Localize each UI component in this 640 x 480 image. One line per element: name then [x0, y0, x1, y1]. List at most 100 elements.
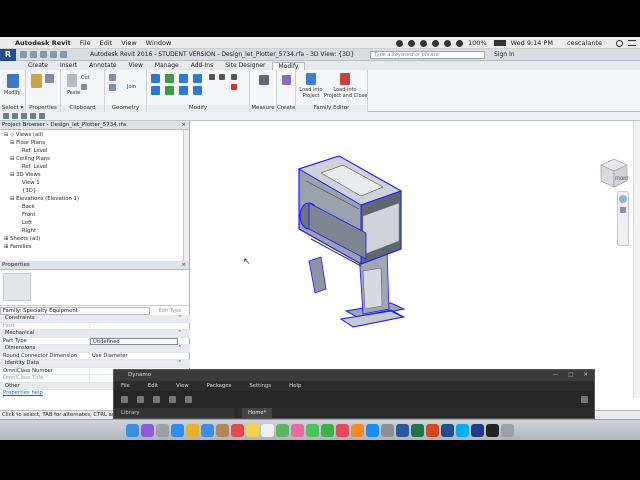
dynamo-menu-edit[interactable]: Edit — [148, 381, 158, 391]
calendar-icon[interactable] — [231, 423, 244, 437]
properties-icon[interactable] — [31, 74, 42, 88]
create-group-icon[interactable] — [282, 75, 291, 85]
rotate-icon[interactable] — [179, 86, 188, 95]
tree-node[interactable]: {3D} — [0, 187, 189, 195]
menu-window[interactable]: Window — [146, 39, 172, 47]
tree-node[interactable]: Right — [0, 227, 189, 235]
menu-file[interactable]: File — [80, 39, 91, 47]
wifi-icon[interactable] — [443, 39, 451, 47]
tab-addins[interactable]: Add-Ins — [185, 62, 219, 70]
maps-icon[interactable] — [276, 423, 289, 437]
array-icon[interactable] — [219, 74, 225, 80]
safari-icon[interactable] — [171, 423, 184, 437]
collapse-icon[interactable]: ⌃ — [178, 330, 182, 338]
battery-percent[interactable]: 100% — [468, 39, 487, 47]
redo-icon[interactable] — [185, 396, 192, 403]
options-icon-4[interactable] — [30, 113, 36, 119]
tab-manage[interactable]: Manage — [149, 62, 185, 70]
family-type-dropdown[interactable]: Family: Specialty Equipment — [0, 306, 150, 315]
tree-node[interactable]: ⊟ Elevations (Elevation 1) — [0, 195, 189, 203]
excel-icon[interactable] — [411, 423, 424, 437]
bluetooth-icon[interactable] — [431, 39, 439, 47]
tree-node[interactable]: Back — [0, 203, 189, 211]
cut-geometry-icon[interactable] — [109, 84, 116, 91]
copy-modify-icon[interactable] — [165, 86, 174, 95]
library-panel[interactable]: Library — [114, 408, 234, 418]
revit-app-button[interactable]: R — [0, 48, 16, 61]
dynamo-menu-file[interactable]: File — [121, 381, 130, 391]
modify-button-label[interactable]: Modify — [4, 90, 21, 96]
offset-icon[interactable] — [165, 74, 174, 83]
pin-icon[interactable] — [231, 74, 237, 80]
powerpoint-icon[interactable] — [426, 423, 439, 437]
tree-node[interactable]: Ref. Level — [0, 147, 189, 155]
close-icon[interactable]: × — [181, 261, 186, 270]
tab-annotate[interactable]: Annotate — [83, 62, 122, 70]
property-section[interactable]: Constraints ⌃ — [0, 315, 190, 323]
finder-icon[interactable] — [126, 423, 139, 437]
open-file-icon[interactable] — [137, 396, 144, 403]
mail-icon[interactable] — [201, 423, 214, 437]
collapse-icon[interactable]: ⌃ — [178, 315, 182, 323]
appstore-icon[interactable] — [366, 423, 379, 437]
tree-node[interactable]: ⊞ Sheets (all) — [0, 235, 189, 243]
notification-center-icon[interactable] — [628, 40, 636, 46]
tree-node[interactable]: ⊟ Floor Plans — [0, 139, 189, 147]
tab-site-designer[interactable]: Site Designer — [219, 62, 271, 70]
tree-node[interactable]: ⊟ ◇ Views (all) — [0, 131, 189, 139]
load-into-project-close-button[interactable]: Load into Project and Close — [324, 87, 367, 99]
sync-icon[interactable] — [407, 39, 415, 47]
tab-view[interactable]: View — [123, 62, 149, 70]
search-input[interactable]: Type a keyword or phrase — [370, 51, 485, 59]
move-icon[interactable] — [151, 86, 160, 95]
properties-help-link[interactable]: Properties help — [0, 389, 110, 398]
print-icon[interactable] — [60, 51, 67, 58]
dropbox-icon[interactable] — [395, 39, 403, 47]
skype-icon[interactable] — [456, 423, 469, 437]
tree-node[interactable]: ⊟ 3D Views — [0, 171, 189, 179]
group-label-modify[interactable]: Modify — [147, 105, 249, 112]
ibooks-icon[interactable] — [351, 423, 364, 437]
view-cube[interactable]: FRONT — [597, 157, 631, 191]
close-icon[interactable]: ✕ — [583, 370, 588, 381]
options-icon-5[interactable] — [39, 113, 45, 119]
view-scrollbar[interactable] — [633, 121, 640, 398]
copy-icon[interactable] — [81, 84, 87, 90]
spotlight-icon[interactable] — [616, 39, 623, 47]
tree-node[interactable]: ⊞ Families — [0, 243, 189, 251]
paste-label[interactable]: Paste — [67, 90, 81, 96]
join-label[interactable]: Join — [127, 84, 136, 90]
volume-icon[interactable] — [455, 39, 463, 47]
load-into-project-icon[interactable] — [306, 73, 316, 85]
modify-cursor-icon[interactable] — [7, 74, 19, 88]
dynamo-menu-view[interactable]: View — [176, 381, 189, 391]
notes-icon[interactable] — [246, 423, 259, 437]
itunes-icon[interactable] — [336, 423, 349, 437]
scale-icon[interactable] — [209, 74, 215, 80]
type-properties-icon[interactable] — [45, 74, 54, 83]
browser-scrollbar[interactable] — [183, 130, 189, 261]
dynamo-menu-help[interactable]: Help — [289, 381, 301, 391]
align-icon[interactable] — [151, 74, 160, 83]
load-into-project-button[interactable]: Load into Project — [298, 87, 324, 99]
steering-wheel-icon[interactable] — [619, 195, 627, 203]
options-icon-3[interactable] — [21, 113, 27, 119]
messages-icon[interactable] — [306, 423, 319, 437]
group-label-select[interactable]: Select ▾ — [0, 105, 25, 112]
tab-home[interactable]: Home* — [242, 408, 273, 418]
undo-icon[interactable] — [40, 51, 47, 58]
load-into-project-close-icon[interactable] — [340, 73, 350, 85]
launchpad-icon[interactable] — [156, 423, 169, 437]
redo-icon[interactable] — [50, 51, 57, 58]
new-file-icon[interactable] — [121, 396, 128, 403]
reminders-icon[interactable] — [261, 423, 274, 437]
paste-icon[interactable] — [67, 74, 77, 87]
save-file-icon[interactable] — [153, 396, 160, 403]
tree-node[interactable]: Front — [0, 211, 189, 219]
word-icon[interactable] — [396, 423, 409, 437]
property-section[interactable]: Identity Data ⌃ — [0, 360, 190, 368]
photoshop-icon[interactable] — [471, 423, 484, 437]
close-icon[interactable]: × — [181, 121, 186, 130]
options-icon-2[interactable] — [12, 113, 18, 119]
sign-in-button[interactable]: Sign In — [494, 51, 515, 58]
